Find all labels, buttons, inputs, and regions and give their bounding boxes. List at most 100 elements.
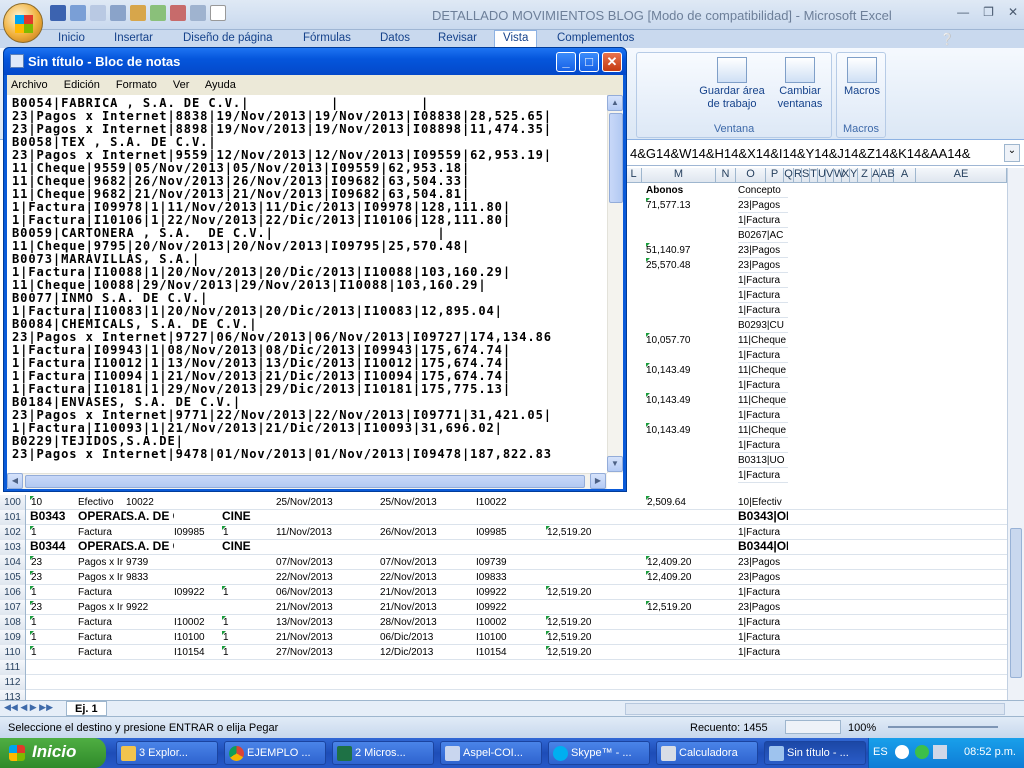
cell[interactable]: 12/Dic/2013 — [380, 646, 472, 659]
concepto-cell[interactable]: 11|Cheque — [738, 393, 788, 408]
cell[interactable]: 1|Factura — [738, 616, 788, 629]
cell[interactable]: 12,519.20 — [546, 616, 644, 629]
cell[interactable]: 23|Pagos — [738, 556, 788, 569]
cell[interactable]: Pagos x Ir — [78, 601, 126, 614]
redo-icon[interactable] — [90, 5, 106, 21]
cell[interactable]: 12,409.20 — [646, 571, 736, 584]
cell[interactable]: 9739 — [126, 556, 174, 569]
cell[interactable]: I09922 — [476, 586, 542, 599]
abonos-cell[interactable]: 71,577.13 — [646, 198, 716, 213]
minimize-icon[interactable]: — — [957, 5, 969, 19]
cell[interactable]: Pagos x Ir — [78, 571, 126, 584]
cell[interactable]: 12,519.20 — [546, 526, 644, 539]
cell[interactable]: 1|Factura — [738, 631, 788, 644]
table-row[interactable]: 104 23 Pagos x Ir 9739 07/Nov/2013 07/Nov/201… — [0, 555, 1007, 570]
cell[interactable]: Factura — [78, 586, 126, 599]
cell[interactable]: 22/Nov/2013 — [380, 571, 472, 584]
excel-vertical-scrollbar[interactable] — [1007, 168, 1024, 700]
row-number[interactable]: 104 — [0, 555, 26, 570]
table-row[interactable]: 103 B0344 OPERADORAS.A. DE C.V. CINE B0344|O… — [0, 540, 1007, 555]
row-number[interactable]: 110 — [0, 645, 26, 660]
scroll-thumb[interactable] — [25, 475, 585, 488]
cell[interactable]: 23 — [30, 556, 74, 569]
table-row[interactable]: 105 23 Pagos x Ir 9833 22/Nov/2013 22/Nov/201… — [0, 570, 1007, 585]
toolbar-icon[interactable] — [110, 5, 126, 21]
close-button[interactable]: ✕ — [602, 52, 622, 72]
cell[interactable]: 21/Nov/2013 — [380, 601, 472, 614]
cell[interactable]: 12,519.20 — [646, 601, 736, 614]
column-header[interactable]: A — [872, 168, 880, 183]
concepto-cell[interactable]: 11|Cheque — [738, 363, 788, 378]
cell[interactable]: 1 — [222, 631, 274, 644]
horizontal-scrollbar[interactable] — [625, 703, 1005, 715]
row-number[interactable]: 101 — [0, 510, 26, 525]
cell[interactable]: 23 — [30, 571, 74, 584]
column-header[interactable]: O — [736, 168, 766, 183]
abonos-cell[interactable] — [646, 288, 716, 303]
maximize-button[interactable]: □ — [579, 52, 599, 72]
concepto-cell[interactable]: 23|Pagos — [738, 243, 788, 258]
view-buttons[interactable] — [785, 720, 841, 734]
cell[interactable]: 2,509.64 — [646, 496, 736, 509]
expand-formula-icon[interactable]: ⌄ — [1004, 144, 1020, 162]
cell[interactable]: 06/Dic/2013 — [380, 631, 472, 644]
row-number[interactable]: 103 — [0, 540, 26, 555]
column-header[interactable]: S — [802, 168, 810, 183]
column-header[interactable]: X — [842, 168, 850, 183]
cell[interactable]: I09739 — [476, 556, 542, 569]
row-number[interactable]: 102 — [0, 525, 26, 540]
scroll-up-icon[interactable]: ▲ — [607, 95, 623, 111]
cell[interactable]: 1 — [30, 586, 74, 599]
abonos-cell[interactable]: 10,143.49 — [646, 423, 716, 438]
column-header[interactable]: W — [834, 168, 844, 183]
cell[interactable]: 25/Nov/2013 — [276, 496, 376, 509]
cell[interactable]: 22/Nov/2013 — [276, 571, 376, 584]
cell[interactable]: I10100 — [476, 631, 542, 644]
taskbar-item-notepad[interactable]: Sin título - ... — [764, 741, 866, 765]
cell[interactable]: 07/Nov/2013 — [380, 556, 472, 569]
abonos-cell[interactable] — [646, 408, 716, 423]
concepto-cell[interactable]: 1|Factura — [738, 288, 788, 303]
cell[interactable]: 1|Factura — [738, 526, 788, 539]
zoom-slider[interactable] — [888, 726, 998, 728]
concepto-cell[interactable]: 23|Pagos — [738, 198, 788, 213]
row-number[interactable]: 108 — [0, 615, 26, 630]
cell[interactable]: 12,519.20 — [546, 586, 644, 599]
tray-status-icon[interactable] — [915, 745, 929, 759]
scroll-right-icon[interactable]: ▶ — [590, 473, 606, 489]
column-header[interactable]: Q — [784, 168, 794, 183]
concepto-cell[interactable]: Concepto — [738, 183, 788, 198]
row-number[interactable]: 112 — [0, 675, 26, 690]
cell[interactable]: 26/Nov/2013 — [380, 526, 472, 539]
abonos-cell[interactable] — [646, 273, 716, 288]
cell[interactable]: B0344|OP — [738, 540, 788, 553]
cell[interactable]: CINE — [222, 540, 274, 553]
cell[interactable]: 25/Nov/2013 — [380, 496, 472, 509]
cell[interactable]: 1 — [30, 646, 74, 659]
cell[interactable]: 9833 — [126, 571, 174, 584]
cell[interactable]: 9922 — [126, 601, 174, 614]
cell[interactable]: I09833 — [476, 571, 542, 584]
menu-archivo[interactable]: Archivo — [11, 79, 48, 91]
macros-button[interactable]: Macros — [841, 57, 883, 98]
cell[interactable]: 11/Nov/2013 — [276, 526, 376, 539]
table-row[interactable]: 110 1 Factura I10154 1 27/Nov/2013 12/Dic/2013… — [0, 645, 1007, 660]
formula-bar[interactable]: 4&G14&W14&H14&X14&I14&Y14&J14&Z14&K14&AA… — [626, 142, 1024, 166]
taskbar-item-calculadora[interactable]: Calculadora — [656, 741, 758, 765]
cell[interactable]: 1 — [222, 586, 274, 599]
cell[interactable]: B0343|OP — [738, 510, 788, 523]
language-indicator[interactable]: ES — [873, 746, 888, 758]
row-number[interactable]: 105 — [0, 570, 26, 585]
column-header[interactable]: N — [716, 168, 736, 183]
notepad-text-area[interactable]: B0054|FABRICA , S.A. DE C.V.| | | 23|Pago… — [12, 97, 602, 471]
sheet-nav-icon[interactable]: ◀◀ ◀ ▶ ▶▶ — [4, 702, 53, 713]
cell[interactable]: 1 — [222, 616, 274, 629]
table-row[interactable]: 112 — [0, 675, 1007, 690]
cell[interactable]: 28/Nov/2013 — [380, 616, 472, 629]
cell[interactable]: 1 — [30, 616, 74, 629]
cell[interactable]: 06/Nov/2013 — [276, 586, 376, 599]
table-row[interactable]: 111 — [0, 660, 1007, 675]
abonos-cell[interactable]: 10,143.49 — [646, 363, 716, 378]
abonos-cell[interactable] — [646, 438, 716, 453]
cell[interactable]: 12,519.20 — [546, 646, 644, 659]
